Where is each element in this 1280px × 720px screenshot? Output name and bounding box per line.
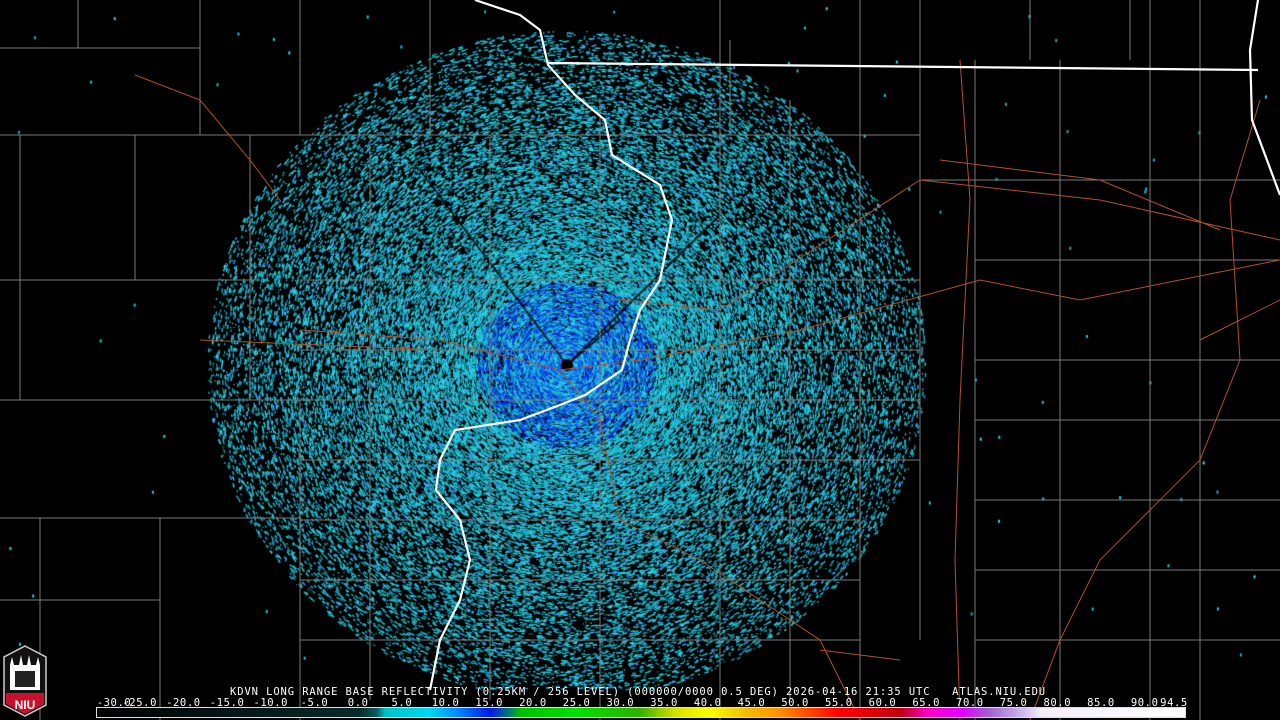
radar-map: NIU KDVN LONG RANGE BASE REFLECTIVITY (0… — [0, 0, 1280, 720]
map-boundaries — [0, 0, 1280, 720]
state-lines — [428, 0, 1280, 691]
reflectivity-color-bar — [96, 707, 1186, 718]
roads — [134, 59, 1280, 720]
